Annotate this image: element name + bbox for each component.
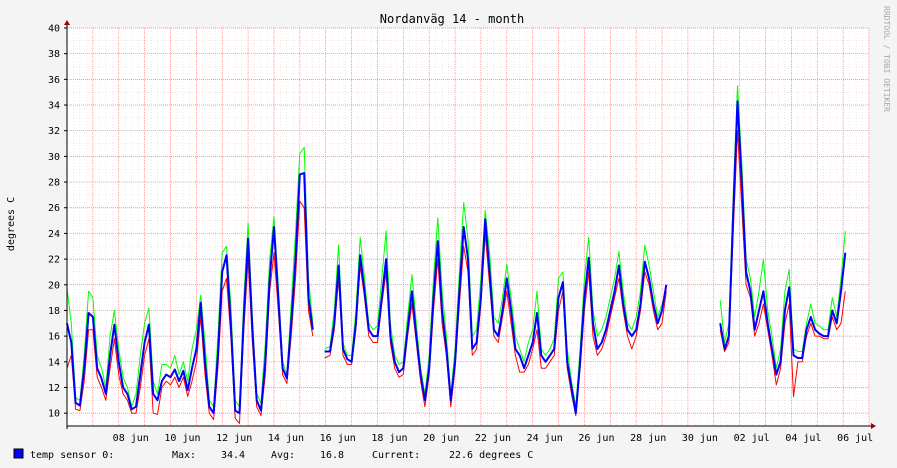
x-tick-label: 04 jul xyxy=(785,433,821,444)
temperature-chart: 10 12 14 16 18 20 22 24 26 28 30 32 34 36 38 40 08 jun 10… xyxy=(0,0,897,468)
x-tick-label: 22 jun xyxy=(475,433,511,444)
x-tick-label: 30 jun xyxy=(682,433,718,444)
y-tick-label: 14 xyxy=(48,357,60,368)
y-tick-label: 16 xyxy=(48,332,60,343)
x-tick-label: 10 jun xyxy=(164,433,200,444)
y-tick-label: 18 xyxy=(48,306,60,317)
y-tick-label: 30 xyxy=(48,152,60,163)
y-tick-label: 36 xyxy=(48,75,60,86)
x-tick-label: 20 jun xyxy=(423,433,459,444)
y-tick-label: 32 xyxy=(48,126,60,137)
y-tick-label: 40 xyxy=(48,24,60,35)
x-tick-label: 24 jun xyxy=(527,433,563,444)
legend-label: temp sensor 0: xyxy=(30,450,114,461)
legend: temp sensor 0: Max: 34.4 Avg: 16.8 Curre… xyxy=(13,448,533,461)
x-tick-label: 16 jun xyxy=(320,433,356,444)
y-tick-label: 10 xyxy=(48,409,60,420)
y-axis-label: degrees C xyxy=(6,197,17,251)
x-tick-label: 28 jun xyxy=(630,433,666,444)
x-tick-label: 12 jun xyxy=(216,433,252,444)
x-tick-label: 18 jun xyxy=(371,433,407,444)
x-tick-label: 06 jul xyxy=(837,433,873,444)
y-tick-label: 20 xyxy=(48,280,60,291)
y-tick-label: 38 xyxy=(48,49,60,60)
legend-current-label: Current: xyxy=(372,450,420,461)
legend-avg-value: 16.8 xyxy=(320,450,344,461)
legend-max-value: 34.4 xyxy=(221,450,245,461)
x-tick-label: 02 jul xyxy=(734,433,770,444)
legend-avg-label: Avg: xyxy=(271,450,295,461)
chart-title: Nordanväg 14 - month xyxy=(380,12,525,26)
y-tick-label: 28 xyxy=(48,178,60,189)
legend-current-value: 22.6 degrees C xyxy=(449,450,533,461)
y-tick-label: 12 xyxy=(48,383,60,394)
y-tick-label: 24 xyxy=(48,229,60,240)
y-tick-label: 34 xyxy=(48,101,60,112)
legend-max-label: Max: xyxy=(172,450,196,461)
watermark: RRDTOOL / TOBI OETIKER xyxy=(882,6,891,112)
x-tick-label: 08 jun xyxy=(113,433,149,444)
y-tick-label: 22 xyxy=(48,255,60,266)
legend-swatch xyxy=(13,448,24,459)
x-tick-label: 26 jun xyxy=(578,433,614,444)
x-tick-label: 14 jun xyxy=(268,433,304,444)
y-tick-label: 26 xyxy=(48,203,60,214)
